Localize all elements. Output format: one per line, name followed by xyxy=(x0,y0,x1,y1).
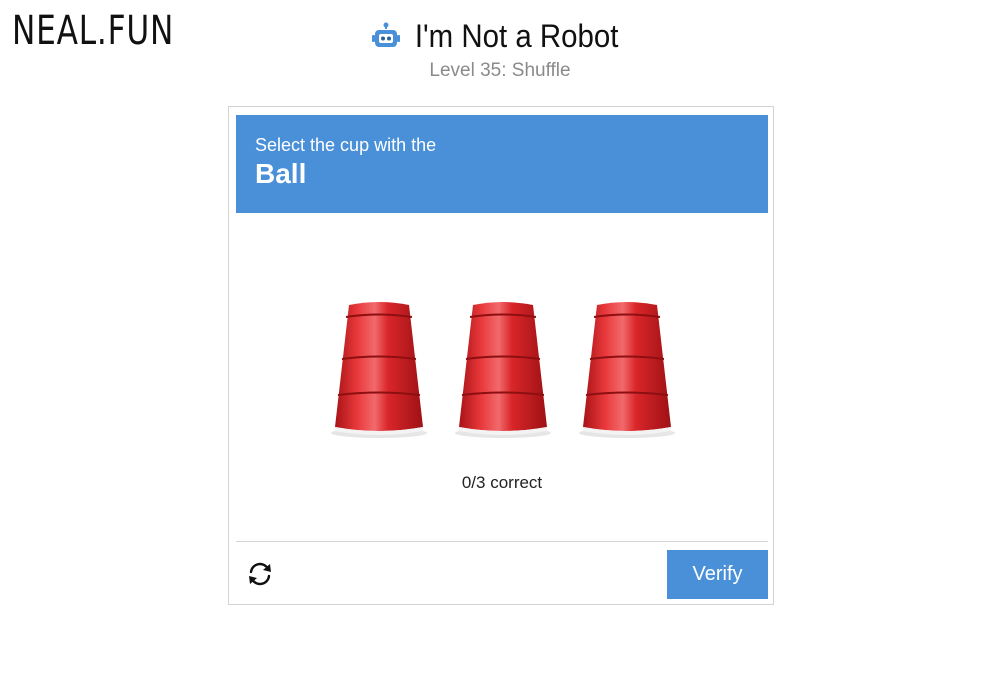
robot-icon xyxy=(372,22,401,50)
score-counter: 0/3 correct xyxy=(461,473,543,492)
captcha-prompt: Select the cup with the Ball xyxy=(236,115,768,213)
header: I'm Not a Robot Level 35: Shuffle xyxy=(0,16,1000,82)
red-cup-icon xyxy=(331,302,427,438)
verify-button[interactable]: Verify xyxy=(667,550,768,599)
refresh-icon[interactable] xyxy=(243,557,277,591)
red-cup-icon xyxy=(455,302,551,438)
prompt-target: Ball xyxy=(255,158,307,189)
cup-1[interactable] xyxy=(329,297,429,445)
cup-3[interactable] xyxy=(577,297,677,445)
page: NEAL.FUN I'm Not a Robot Level 35: Shuff… xyxy=(0,0,1000,700)
page-title: I'm Not a Robot xyxy=(415,17,619,54)
cup-2[interactable] xyxy=(453,297,553,445)
title-row: I'm Not a Robot xyxy=(372,16,627,56)
cup-row xyxy=(229,297,775,447)
red-cup-icon xyxy=(579,302,675,438)
footer-divider xyxy=(236,541,768,542)
prompt-instruction: Select the cup with the xyxy=(255,135,437,155)
level-subtitle: Level 35: Shuffle xyxy=(429,60,571,81)
captcha-widget: Select the cup with the Ball 0/3 correct… xyxy=(228,106,774,605)
